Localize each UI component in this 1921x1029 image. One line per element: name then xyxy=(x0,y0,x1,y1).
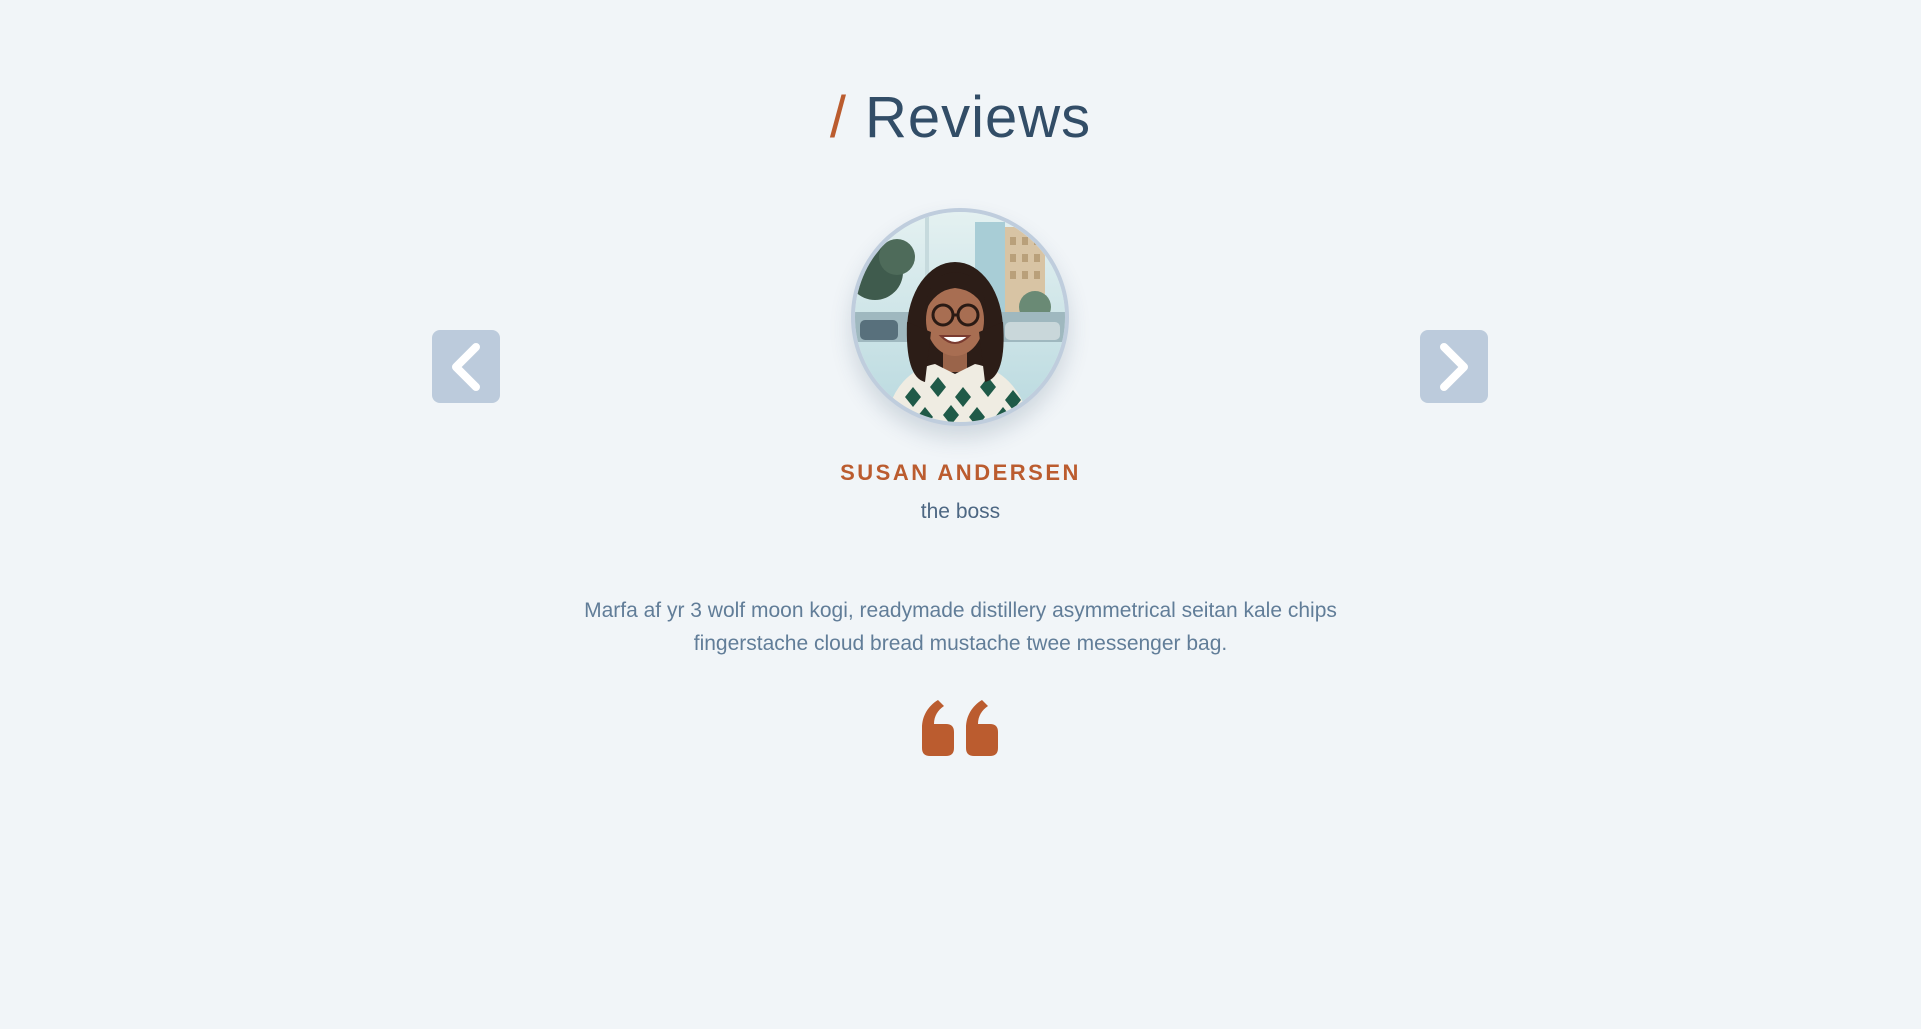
title-slash: / xyxy=(829,85,847,150)
prev-review-button[interactable] xyxy=(432,330,500,403)
reviewer-avatar xyxy=(851,208,1069,426)
chevron-right-icon xyxy=(1440,342,1468,391)
review-text: Marfa af yr 3 wolf moon kogi, readymade … xyxy=(584,599,1337,655)
next-review-button[interactable] xyxy=(1420,330,1488,403)
avatar-photo xyxy=(855,212,1065,422)
page-title: / Reviews xyxy=(0,80,1921,156)
reviewer-name: susan andersen xyxy=(840,460,1081,485)
reviewer-job: the boss xyxy=(920,500,1001,523)
chevron-left-icon xyxy=(452,342,480,391)
quote-left-icon xyxy=(922,700,1000,758)
title-text: Reviews xyxy=(864,85,1092,150)
